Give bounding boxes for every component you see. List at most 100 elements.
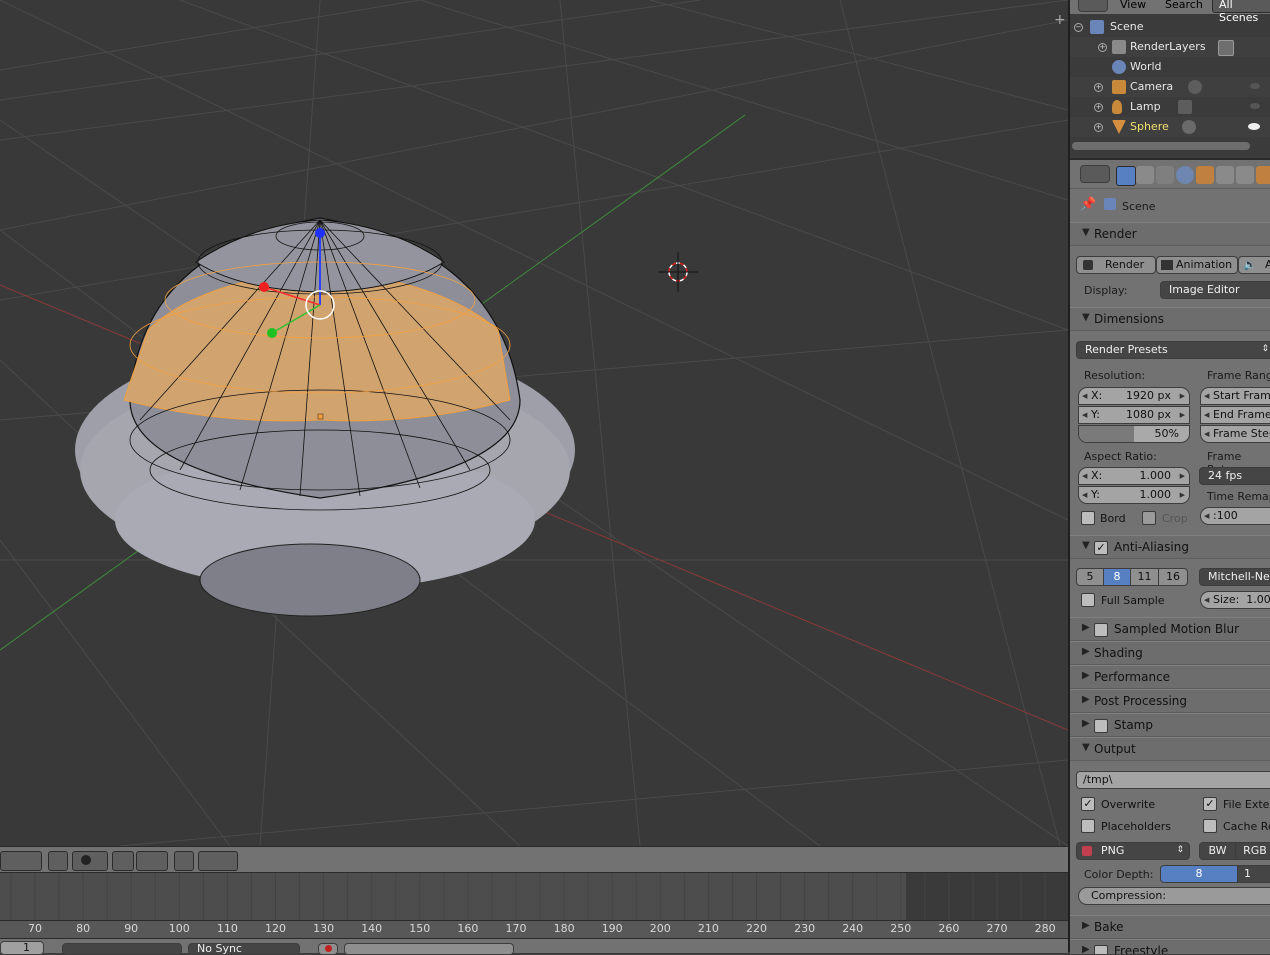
mesh-data-icon[interactable] <box>1182 120 1196 134</box>
visibility-eye-icon[interactable] <box>1250 103 1260 109</box>
display-dropdown[interactable]: Image Editor <box>1160 281 1270 299</box>
expand-icon[interactable]: + <box>1094 103 1103 112</box>
render-buttons[interactable] <box>198 851 238 871</box>
keying-set-field[interactable] <box>344 943 514 955</box>
visibility-eye-icon[interactable] <box>1248 123 1260 130</box>
shading-buttons[interactable] <box>0 851 42 871</box>
file-format-dropdown[interactable]: PNG ⇕ <box>1076 842 1190 860</box>
editor-type-icon[interactable] <box>1080 165 1110 183</box>
proportional-edit-icon[interactable] <box>112 851 134 871</box>
render-layers-tab-icon[interactable] <box>1136 166 1154 184</box>
data-tab-icon[interactable] <box>1256 166 1270 184</box>
motion-blur-checkbox[interactable] <box>1094 623 1108 637</box>
pin-icon[interactable]: 📌 <box>1080 197 1096 212</box>
aa-samples-16[interactable]: 16 <box>1158 568 1188 586</box>
outliner-row-sphere[interactable]: + Sphere <box>1070 117 1270 137</box>
outliner-row-camera[interactable]: + Camera <box>1070 77 1270 97</box>
playback-controls[interactable] <box>62 943 182 955</box>
crop-checkbox[interactable] <box>1142 511 1156 525</box>
panel-post-processing-header[interactable]: ▶ Post Processing <box>1070 689 1270 713</box>
panel-performance-header[interactable]: ▶ Performance <box>1070 665 1270 689</box>
start-frame-field[interactable]: ◀Start Frame <box>1200 387 1270 405</box>
panel-sampled-motion-blur-header[interactable]: ▶ Sampled Motion Blur <box>1070 617 1270 641</box>
expand-icon[interactable]: + <box>1094 83 1103 92</box>
animation-button[interactable]: Animation <box>1156 256 1238 274</box>
panel-output-header[interactable]: ▼ Output <box>1070 737 1270 761</box>
camera-data-icon[interactable] <box>1188 80 1202 94</box>
object-tab-icon[interactable] <box>1196 166 1214 184</box>
panel-render-header[interactable]: ▼ Render <box>1070 222 1270 246</box>
area-split-icon[interactable]: + <box>1054 12 1066 28</box>
aa-samples-5[interactable]: 5 <box>1076 568 1104 586</box>
sync-dropdown[interactable]: No Sync <box>188 943 300 955</box>
cache-result-checkbox[interactable] <box>1203 819 1217 833</box>
current-frame-field[interactable]: 1 <box>0 941 44 955</box>
render-layer-toggle-icon[interactable] <box>1218 40 1234 56</box>
aa-samples-11[interactable]: 11 <box>1130 568 1159 586</box>
render-button[interactable]: Render <box>1076 256 1156 274</box>
timeline-ruler[interactable]: 70 80 90 100 110 120 130 140 150 160 170 180 190 200 2… <box>0 920 1068 939</box>
display-mode-dropdown[interactable]: All Scenes <box>1212 0 1270 24</box>
pivot-dropdown[interactable] <box>72 851 108 871</box>
outliner-row-scene[interactable]: − Scene <box>1070 17 1270 37</box>
panel-dimensions-header[interactable]: ▼ Dimensions <box>1070 307 1270 331</box>
full-sample-checkbox[interactable] <box>1081 593 1095 607</box>
outliner-row-world[interactable]: World <box>1070 57 1270 77</box>
menu-view[interactable]: View <box>1120 0 1146 11</box>
border-checkbox[interactable] <box>1081 511 1095 525</box>
panel-bake-header[interactable]: ▶ Bake <box>1070 915 1270 939</box>
panel-shading-header[interactable]: ▶ Shading <box>1070 641 1270 665</box>
stamp-checkbox[interactable] <box>1094 719 1108 733</box>
sphere-mesh[interactable] <box>75 217 575 617</box>
panel-stamp-header[interactable]: ▶ Stamp <box>1070 713 1270 737</box>
render-tab-icon[interactable] <box>1116 166 1136 186</box>
snap-toggle-icon[interactable] <box>174 851 194 871</box>
audio-button[interactable]: 🔈 A <box>1238 256 1270 274</box>
compression-slider[interactable]: Compression: <box>1078 887 1270 905</box>
aa-size-field[interactable]: ◀ Size: 1.00 <box>1200 591 1270 609</box>
end-frame-field[interactable]: ◀ End Frame: <box>1200 406 1270 424</box>
aa-samples-8[interactable]: 8 <box>1103 568 1131 586</box>
freestyle-checkbox[interactable] <box>1094 945 1108 954</box>
resolution-percentage-slider[interactable]: 50% <box>1078 425 1190 443</box>
aspect-x-field[interactable]: ◀ X: 1.000 ▶ <box>1078 467 1190 485</box>
lamp-data-icon[interactable] <box>1178 100 1192 114</box>
world-tab-icon[interactable] <box>1176 166 1194 184</box>
render-presets-dropdown[interactable]: Render Presets ⇕ <box>1076 341 1270 359</box>
aa-filter-dropdown[interactable]: Mitchell-Netr <box>1199 568 1270 586</box>
3d-viewport[interactable]: + <box>0 0 1068 846</box>
outliner[interactable]: View Search All Scenes − Scene + RenderL… <box>1070 0 1270 156</box>
time-remap-field[interactable]: ◀:100 <box>1200 507 1270 525</box>
3d-cursor-icon[interactable] <box>658 252 698 292</box>
outliner-row-lamp[interactable]: + Lamp <box>1070 97 1270 117</box>
file-extensions-checkbox[interactable]: ✓ <box>1203 797 1217 811</box>
anti-aliasing-checkbox[interactable]: ✓ <box>1094 541 1108 555</box>
timeline-area[interactable] <box>0 872 1068 921</box>
color-rgb-button[interactable]: RGB <box>1235 842 1270 860</box>
constraints-tab-icon[interactable] <box>1216 166 1234 184</box>
visibility-eye-icon[interactable] <box>1250 83 1260 89</box>
expand-icon[interactable]: + <box>1094 123 1103 132</box>
color-bw-button[interactable]: BW <box>1199 842 1236 860</box>
output-path-field[interactable]: /tmp\ <box>1076 771 1270 789</box>
color-depth-8-button[interactable]: 8 <box>1160 865 1238 883</box>
aspect-y-field[interactable]: ◀ Y: 1.000 ▶ <box>1078 486 1190 504</box>
placeholders-checkbox[interactable] <box>1081 819 1095 833</box>
overwrite-checkbox[interactable]: ✓ <box>1081 797 1095 811</box>
frame-step-field[interactable]: ◀ Frame Step <box>1200 425 1270 443</box>
select-mode-icon[interactable] <box>48 851 68 871</box>
outliner-row-renderlayers[interactable]: + RenderLayers <box>1070 37 1270 57</box>
collapse-icon[interactable]: − <box>1074 23 1083 32</box>
frame-rate-dropdown[interactable]: 24 fps <box>1199 467 1270 485</box>
scene-tab-icon[interactable] <box>1156 166 1174 184</box>
properties-editor[interactable]: 📌 Scene ▼ Render Render Animation 🔈 A Di… <box>1070 158 1270 954</box>
modifiers-tab-icon[interactable] <box>1236 166 1254 184</box>
expand-icon[interactable]: + <box>1098 43 1107 52</box>
menu-search[interactable]: Search <box>1165 0 1203 11</box>
record-icon[interactable] <box>318 943 338 955</box>
editor-type-icon[interactable] <box>1078 0 1108 12</box>
panel-anti-aliasing-header[interactable]: ▼ ✓ Anti-Aliasing <box>1070 535 1270 559</box>
outliner-scrollbar[interactable] <box>1072 142 1250 150</box>
resolution-x-field[interactable]: ◀ X: 1920 px ▶ <box>1078 387 1190 405</box>
resolution-y-field[interactable]: ◀ Y: 1080 px ▶ <box>1078 406 1190 424</box>
